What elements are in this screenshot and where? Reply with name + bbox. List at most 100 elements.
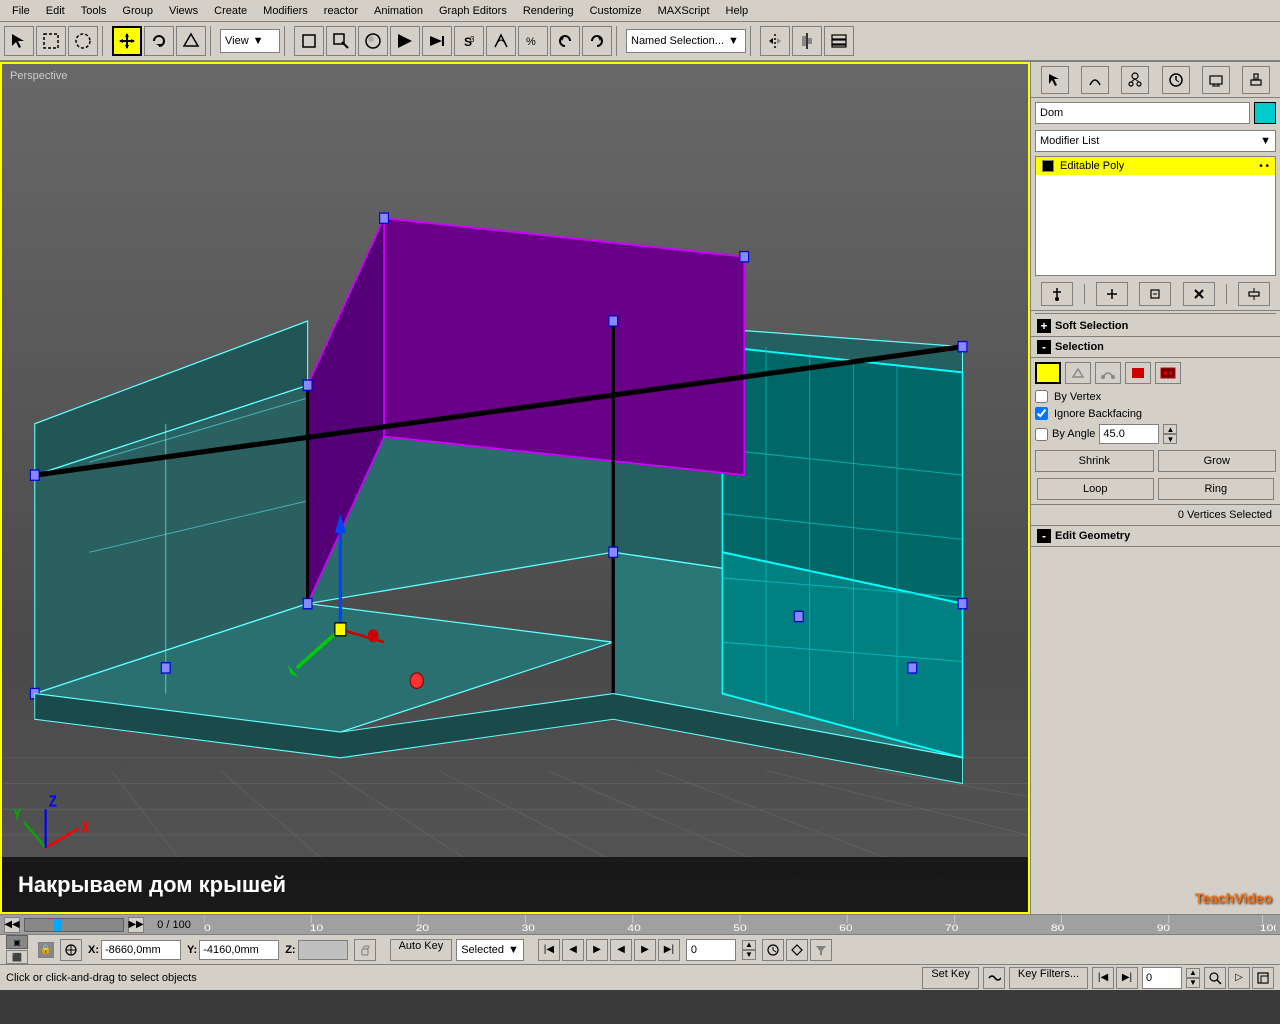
filter-btn[interactable]	[810, 939, 832, 961]
soft-selection-header[interactable]: + Soft Selection	[1031, 316, 1280, 337]
percent-snap[interactable]: %	[518, 26, 548, 56]
panel-hierarchy[interactable]	[1121, 66, 1149, 94]
by-angle-checkbox[interactable]	[1035, 428, 1048, 441]
shrink-button[interactable]: Shrink	[1035, 450, 1154, 472]
timeline-ruler[interactable]: 0 10 20 30 40 50 60 70 80 90 100	[204, 915, 1276, 934]
frame-spinner[interactable]: ▲ ▼	[742, 940, 756, 960]
play-reverse-btn[interactable]: ◀	[610, 939, 632, 961]
go-end-btn[interactable]: ▶▶	[128, 917, 144, 933]
mirror-tool[interactable]	[760, 26, 790, 56]
coord-mode-btn[interactable]	[60, 939, 82, 961]
border-select-icon[interactable]	[1095, 362, 1121, 384]
edit-geometry-header[interactable]: - Edit Geometry	[1031, 526, 1280, 547]
mini-timeline[interactable]	[24, 918, 124, 932]
frame-spinner-up[interactable]: ▲	[742, 940, 756, 950]
selected-dropdown[interactable]: Selected ▼	[456, 939, 524, 961]
scale-tool[interactable]	[176, 26, 206, 56]
end-frame-down[interactable]: ▼	[1186, 978, 1200, 988]
configure-modifier-sets-btn[interactable]	[1238, 282, 1270, 306]
lock-icon[interactable]: 🔒	[38, 942, 54, 958]
selection-header[interactable]: - Selection	[1031, 337, 1280, 358]
rect-select-tool[interactable]	[36, 26, 66, 56]
pan-time-btn[interactable]: ▷	[1228, 967, 1250, 989]
set-key-button[interactable]: Set Key	[922, 967, 979, 989]
align-tool[interactable]	[792, 26, 822, 56]
polygon-select-icon[interactable]	[1125, 362, 1151, 384]
modifier-list-dropdown[interactable]: Modifier List ▼	[1035, 130, 1276, 152]
modifier-editable-poly[interactable]: Editable Poly • •	[1036, 157, 1275, 175]
select-tool[interactable]	[4, 26, 34, 56]
key-filters-button[interactable]: Key Filters...	[1009, 967, 1088, 989]
pin-stack-btn[interactable]	[1041, 282, 1073, 306]
redo[interactable]	[582, 26, 612, 56]
prev-frame-btn[interactable]: ◀	[562, 939, 584, 961]
next-frame-btn[interactable]: ▶	[634, 939, 656, 961]
frame-icon[interactable]: ▣	[6, 935, 28, 949]
ignore-backfacing-checkbox[interactable]	[1035, 407, 1048, 420]
zoom-time-btn[interactable]	[1204, 967, 1226, 989]
snap-toggle[interactable]: S3	[454, 26, 484, 56]
menu-file[interactable]: File	[4, 3, 38, 19]
prev-key-btn[interactable]: |◀	[1092, 967, 1114, 989]
modifier-stack[interactable]: Editable Poly • •	[1035, 156, 1276, 276]
viewport-perspective[interactable]: Perspective	[0, 62, 1030, 914]
z-coord-field[interactable]	[298, 940, 348, 960]
menu-customize[interactable]: Customize	[582, 3, 650, 19]
ring-button[interactable]: Ring	[1158, 478, 1275, 500]
object-name-input[interactable]	[1035, 102, 1250, 124]
material-editor[interactable]	[358, 26, 388, 56]
object-color-swatch[interactable]	[1254, 102, 1276, 124]
time-config-btn[interactable]	[762, 939, 784, 961]
maximize-viewport-btn[interactable]	[1252, 967, 1274, 989]
menu-tools[interactable]: Tools	[73, 3, 115, 19]
edge-select-icon[interactable]	[1065, 362, 1091, 384]
frame-spinner-down[interactable]: ▼	[742, 950, 756, 960]
by-vertex-checkbox[interactable]	[1035, 390, 1048, 403]
panel-motion[interactable]	[1162, 66, 1190, 94]
key-mode-btn[interactable]	[786, 939, 808, 961]
menu-reactor[interactable]: reactor	[316, 3, 366, 19]
menu-graph-editors[interactable]: Graph Editors	[431, 3, 515, 19]
x-coord-field[interactable]	[101, 940, 181, 960]
show-end-result-btn[interactable]	[1096, 282, 1128, 306]
move-tool[interactable]	[112, 26, 142, 56]
undo[interactable]	[550, 26, 580, 56]
grow-button[interactable]: Grow	[1158, 450, 1277, 472]
vertex-select-icon[interactable]	[1035, 362, 1061, 384]
menu-views[interactable]: Views	[161, 3, 206, 19]
menu-rendering[interactable]: Rendering	[515, 3, 582, 19]
panel-display[interactable]	[1202, 66, 1230, 94]
go-start-playback-btn[interactable]: |◀	[538, 939, 560, 961]
play-btn[interactable]: ▶	[586, 939, 608, 961]
panel-select-tool[interactable]	[1041, 66, 1069, 94]
key-icon[interactable]: ⬛	[6, 950, 28, 964]
menu-help[interactable]: Help	[718, 3, 757, 19]
panel-ffd-tool[interactable]	[1081, 66, 1109, 94]
by-angle-spinner[interactable]: ▲ ▼	[1163, 424, 1177, 444]
rotate-tool[interactable]	[144, 26, 174, 56]
next-key-btn[interactable]: ▶|	[1116, 967, 1138, 989]
angle-spinner-up[interactable]: ▲	[1163, 424, 1177, 434]
region-zoom[interactable]	[326, 26, 356, 56]
auto-key-button[interactable]: Auto Key	[390, 939, 453, 961]
layer-manager[interactable]	[824, 26, 854, 56]
zoom-extents[interactable]	[294, 26, 324, 56]
go-end-playback-btn[interactable]: ▶|	[658, 939, 680, 961]
make-unique-btn[interactable]	[1139, 282, 1171, 306]
go-start-btn[interactable]: ◀◀	[4, 917, 20, 933]
current-frame-field[interactable]	[686, 939, 736, 961]
menu-animation[interactable]: Animation	[366, 3, 431, 19]
remove-modifier-btn[interactable]	[1183, 282, 1215, 306]
end-frame-spinner[interactable]: ▲ ▼	[1186, 968, 1200, 988]
end-frame-field[interactable]	[1142, 967, 1182, 989]
end-frame-up[interactable]: ▲	[1186, 968, 1200, 978]
menu-group[interactable]: Group	[114, 3, 161, 19]
angle-spinner-down[interactable]: ▼	[1163, 434, 1177, 444]
circle-select-tool[interactable]	[68, 26, 98, 56]
panel-utilities[interactable]	[1242, 66, 1270, 94]
y-coord-field[interactable]	[199, 940, 279, 960]
menu-maxscript[interactable]: MAXScript	[650, 3, 718, 19]
angle-snap[interactable]	[486, 26, 516, 56]
menu-create[interactable]: Create	[206, 3, 255, 19]
element-select-icon[interactable]	[1155, 362, 1181, 384]
